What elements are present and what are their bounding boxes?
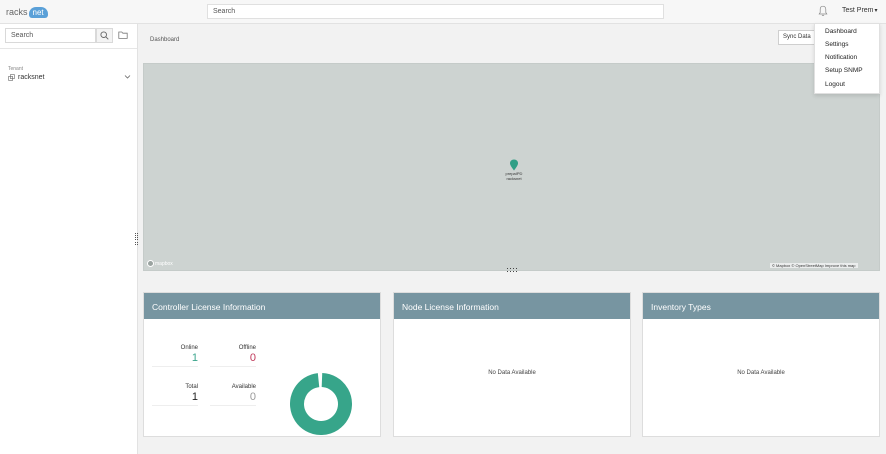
card-title: Node License Information [394, 293, 630, 319]
breadcrumb: Dashboard [150, 37, 180, 43]
card-title: Inventory Types [643, 293, 879, 319]
stat-value: 0 [210, 391, 256, 406]
tenant-selector[interactable]: racksnet [8, 74, 44, 81]
stat-value: 1 [152, 352, 198, 367]
sidebar-divider [0, 48, 137, 49]
empty-state-text: No Data Available [737, 370, 785, 376]
user-menu-toggle[interactable]: Test Prem▾ [842, 7, 878, 14]
search-icon [100, 31, 109, 40]
map-resize-handle[interactable] [507, 268, 517, 272]
pin-label-line2: racksnet [506, 176, 522, 181]
inventory-types-card: Inventory Types No Data Available [642, 292, 880, 437]
tenant-value: racksnet [18, 74, 45, 81]
app: racks net Search Test Prem▾ Search Tenant [0, 0, 886, 454]
stat-value: 0 [210, 352, 256, 367]
card-body: No Data Available [643, 319, 879, 438]
map-pin-label: prepaIPD racksnet [496, 171, 532, 181]
menu-item-setup-snmp[interactable]: Setup SNMP [825, 67, 863, 74]
stat-label: Total [185, 384, 198, 390]
tenant-label: Tenant [8, 66, 24, 72]
node-license-card: Node License Information No Data Availab… [393, 292, 631, 437]
global-search-input[interactable]: Search [207, 4, 664, 19]
card-body: No Data Available [394, 319, 630, 438]
stat-online: Online 1 [152, 345, 198, 367]
donut-segment-online[interactable] [290, 373, 352, 435]
bell-icon[interactable] [818, 5, 828, 17]
chevron-down-icon[interactable] [124, 74, 131, 80]
stat-value: 1 [152, 391, 198, 406]
menu-item-dashboard[interactable]: Dashboard [825, 28, 857, 35]
logo-badge: net [28, 6, 48, 18]
sidebar-search-input[interactable]: Search [5, 28, 96, 43]
stat-available: Available 0 [210, 384, 256, 406]
map-attribution[interactable]: © Mapbox © OpenStreetMap Improve this ma… [770, 263, 858, 268]
menu-item-logout[interactable]: Logout [825, 81, 845, 88]
mapbox-logo[interactable]: mapbox [147, 260, 173, 267]
stat-offline: Offline 0 [210, 345, 256, 367]
stat-label: Offline [238, 345, 256, 351]
controller-license-card: Controller License Information Online 1 … [143, 292, 381, 437]
sidebar: Search Tenant racksnet [0, 24, 138, 454]
sidebar-resize-handle[interactable] [135, 233, 138, 245]
card-body: Online 1 Offline 0 Total 1 Available 0 [144, 319, 380, 438]
menu-item-notification[interactable]: Notification [825, 54, 857, 61]
sidebar-search-button[interactable] [96, 28, 113, 43]
card-title: Controller License Information [144, 293, 380, 319]
user-dropdown-menu: Dashboard Settings Notification Setup SN… [814, 23, 880, 94]
logo[interactable]: racks net [6, 4, 48, 20]
stat-total: Total 1 [152, 384, 198, 406]
map-pin-icon[interactable] [509, 159, 519, 171]
folder-icon[interactable] [118, 30, 128, 40]
sync-data-button[interactable]: Sync Data [778, 30, 818, 45]
top-bar: racks net Search Test Prem▾ [0, 0, 886, 24]
menu-item-settings[interactable]: Settings [825, 41, 849, 48]
mapbox-icon [147, 260, 154, 267]
stat-label: Available [231, 384, 256, 390]
empty-state-text: No Data Available [488, 370, 536, 376]
logo-text: racks [6, 7, 28, 17]
tenant-icon [8, 74, 15, 81]
license-donut-chart[interactable] [290, 373, 352, 435]
caret-down-icon: ▾ [874, 8, 878, 14]
mapbox-logo-text: mapbox [155, 260, 173, 267]
stat-label: Online [180, 345, 198, 351]
user-name: Test Prem [842, 7, 874, 14]
